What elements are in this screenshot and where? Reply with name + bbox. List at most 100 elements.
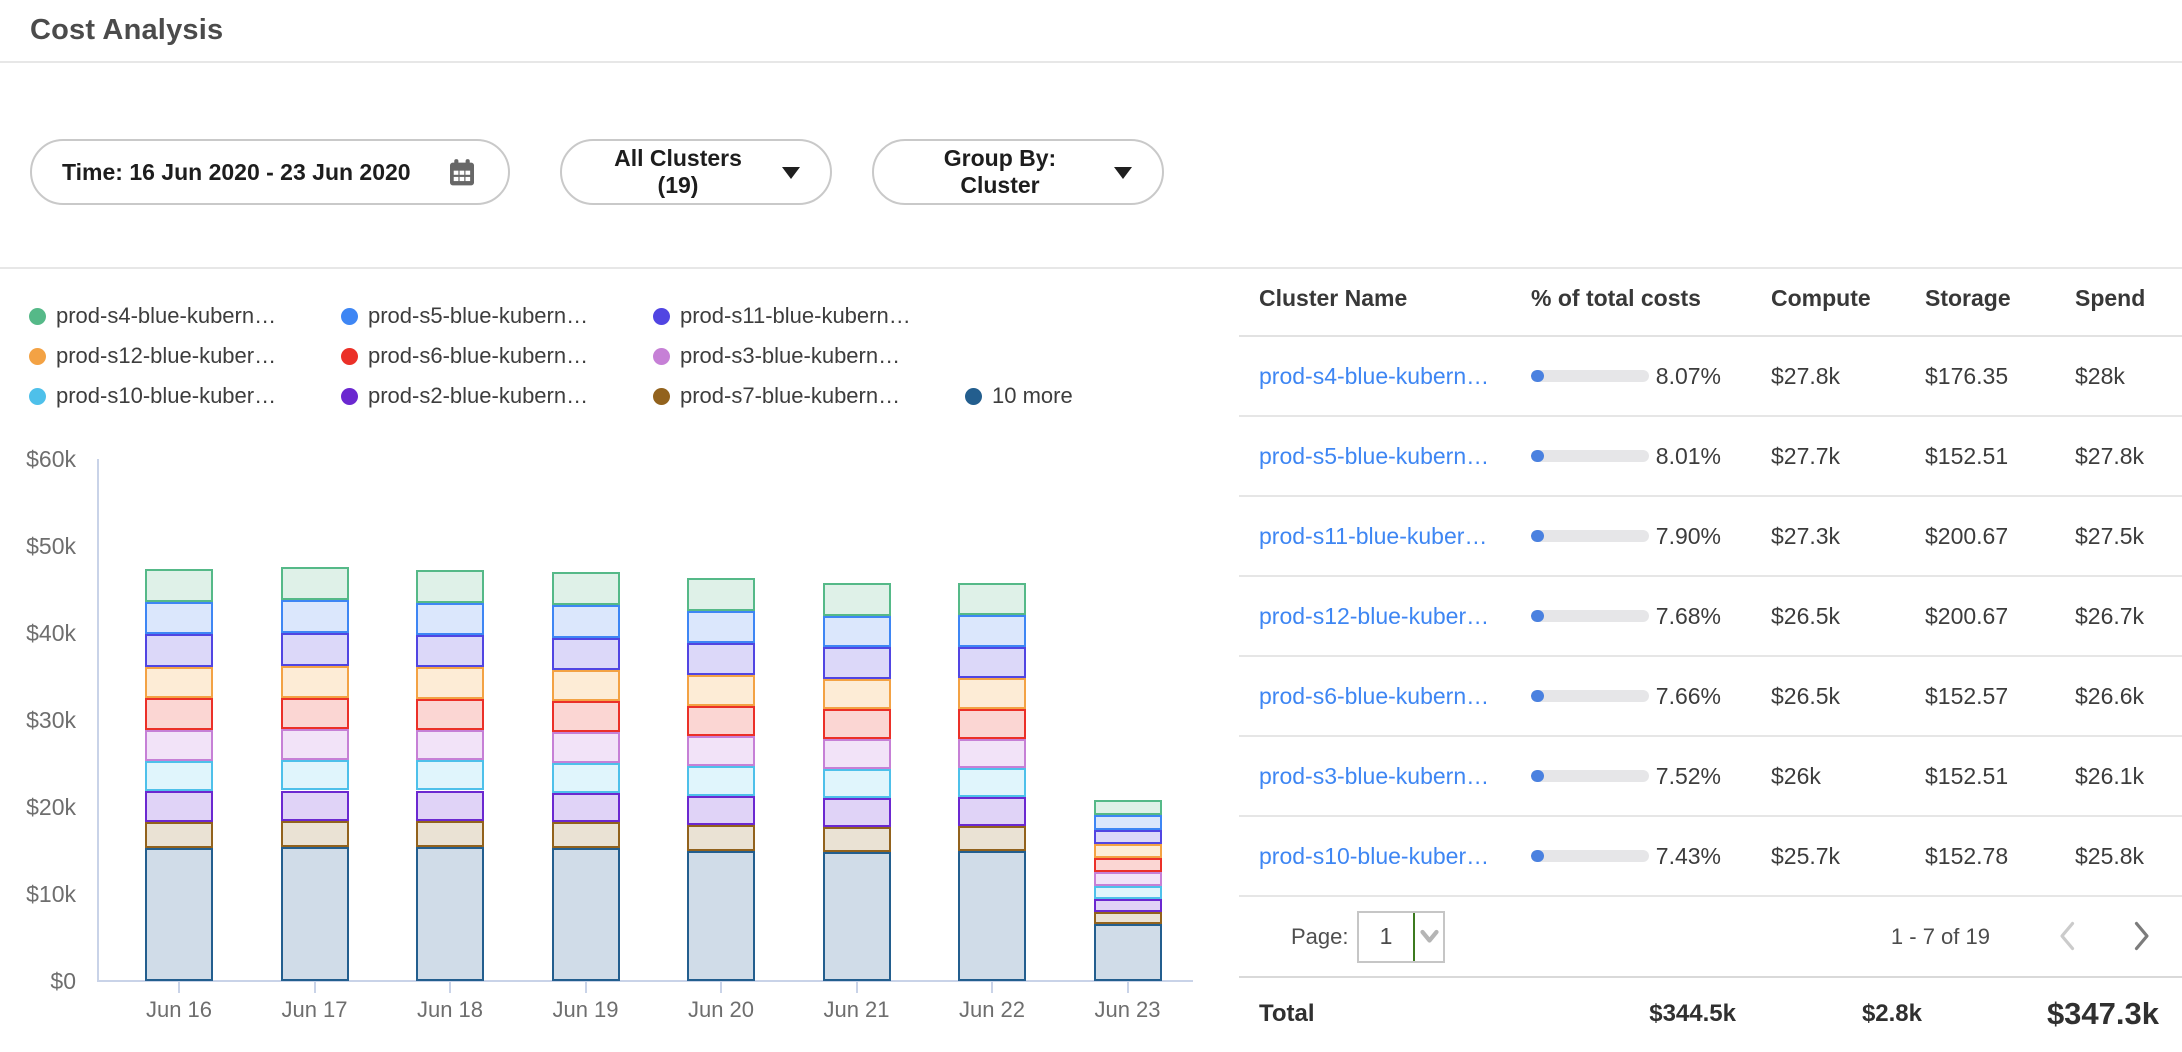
bar-segment[interactable] xyxy=(958,647,1026,678)
bar-segment[interactable] xyxy=(823,798,891,827)
bar-segment[interactable] xyxy=(552,822,620,848)
cluster-link[interactable]: prod-s12-blue-kuber… xyxy=(1259,603,1489,629)
bar-segment[interactable] xyxy=(958,768,1026,797)
bar-segment[interactable] xyxy=(552,848,620,981)
bar-segment[interactable] xyxy=(416,667,484,698)
bar-segment[interactable] xyxy=(552,670,620,701)
bar-segment[interactable] xyxy=(145,848,213,981)
bar-segment[interactable] xyxy=(958,709,1026,739)
bar-segment[interactable] xyxy=(687,736,755,766)
bar-segment[interactable] xyxy=(687,611,755,643)
bar-segment[interactable] xyxy=(687,766,755,796)
bar-segment[interactable] xyxy=(958,615,1026,647)
legend-item[interactable]: prod-s5-blue-kubern… xyxy=(341,296,653,336)
bar-segment[interactable] xyxy=(958,583,1026,615)
bar-segment[interactable] xyxy=(1094,912,1162,924)
bar-segment[interactable] xyxy=(552,638,620,670)
bar-segment[interactable] xyxy=(823,583,891,615)
legend-item[interactable]: prod-s6-blue-kubern… xyxy=(341,336,653,376)
cluster-link[interactable]: prod-s10-blue-kuber… xyxy=(1259,843,1489,869)
legend-item[interactable]: prod-s12-blue-kuber… xyxy=(29,336,341,376)
bar-segment[interactable] xyxy=(823,769,891,798)
page-select[interactable]: 1 xyxy=(1357,911,1445,963)
bar-segment[interactable] xyxy=(281,847,349,981)
bar-segment[interactable] xyxy=(145,634,213,666)
bar-segment[interactable] xyxy=(281,698,349,729)
bar-segment[interactable] xyxy=(958,678,1026,708)
bar-segment[interactable] xyxy=(958,851,1026,981)
bar-segment[interactable] xyxy=(552,732,620,762)
cluster-link[interactable]: prod-s11-blue-kuber… xyxy=(1259,523,1487,549)
bar-segment[interactable] xyxy=(1094,924,1162,981)
bar-segment[interactable] xyxy=(281,600,349,633)
bar-segment[interactable] xyxy=(281,791,349,821)
bar-segment[interactable] xyxy=(145,569,213,602)
legend-item[interactable]: prod-s7-blue-kubern… xyxy=(653,376,965,416)
bar-segment[interactable] xyxy=(1094,886,1162,899)
legend-item[interactable]: prod-s11-blue-kubern… xyxy=(653,296,965,336)
bar-segment[interactable] xyxy=(416,821,484,847)
time-range-filter[interactable]: Time: 16 Jun 2020 - 23 Jun 2020 xyxy=(30,139,510,205)
bar-segment[interactable] xyxy=(823,679,891,709)
bar-segment[interactable] xyxy=(552,701,620,732)
bar-segment[interactable] xyxy=(958,739,1026,769)
bar-segment[interactable] xyxy=(145,602,213,635)
bar-segment[interactable] xyxy=(145,698,213,730)
bar-segment[interactable] xyxy=(823,827,891,852)
bar-segment[interactable] xyxy=(145,791,213,821)
bar-segment[interactable] xyxy=(1094,872,1162,885)
legend-item[interactable]: prod-s10-blue-kuber… xyxy=(29,376,341,416)
bar-segment[interactable] xyxy=(823,709,891,739)
bar-segment[interactable] xyxy=(281,567,349,600)
bar-segment[interactable] xyxy=(1094,830,1162,844)
bar-segment[interactable] xyxy=(1094,800,1162,815)
bar-segment[interactable] xyxy=(823,647,891,678)
bar-segment[interactable] xyxy=(687,675,755,706)
bar-segment[interactable] xyxy=(416,730,484,760)
cluster-link[interactable]: prod-s6-blue-kubern… xyxy=(1259,683,1489,709)
bar-segment[interactable] xyxy=(281,666,349,698)
bar-segment[interactable] xyxy=(416,635,484,667)
bar-segment[interactable] xyxy=(1094,899,1162,912)
bar-segment[interactable] xyxy=(1094,858,1162,872)
bar-segment[interactable] xyxy=(958,826,1026,851)
bar-segment[interactable] xyxy=(416,603,484,636)
cluster-link[interactable]: prod-s4-blue-kubern… xyxy=(1259,363,1489,389)
bar-segment[interactable] xyxy=(145,761,213,791)
bar-segment[interactable] xyxy=(823,852,891,981)
bar-segment[interactable] xyxy=(687,796,755,825)
bar-segment[interactable] xyxy=(1094,844,1162,858)
bar-segment[interactable] xyxy=(281,633,349,666)
clusters-filter[interactable]: All Clusters (19) xyxy=(560,139,832,205)
bar-segment[interactable] xyxy=(416,699,484,730)
bar-segment[interactable] xyxy=(823,616,891,648)
group-by-filter[interactable]: Group By: Cluster xyxy=(872,139,1164,205)
bar-segment[interactable] xyxy=(281,821,349,848)
bar-segment[interactable] xyxy=(552,572,620,605)
prev-page-button[interactable] xyxy=(2054,920,2080,954)
bar-segment[interactable] xyxy=(687,643,755,675)
legend-item[interactable]: prod-s3-blue-kubern… xyxy=(653,336,965,376)
bar-segment[interactable] xyxy=(687,825,755,851)
bar-segment[interactable] xyxy=(416,847,484,981)
bar-segment[interactable] xyxy=(145,667,213,698)
next-page-button[interactable] xyxy=(2129,920,2155,954)
legend-item[interactable]: 10 more xyxy=(965,376,1073,416)
bar-segment[interactable] xyxy=(416,760,484,790)
bar-segment[interactable] xyxy=(552,793,620,823)
legend-item[interactable]: prod-s4-blue-kubern… xyxy=(29,296,341,336)
bar-segment[interactable] xyxy=(1094,815,1162,830)
legend-item[interactable]: prod-s2-blue-kubern… xyxy=(341,376,653,416)
cluster-link[interactable]: prod-s5-blue-kubern… xyxy=(1259,443,1489,469)
bar-segment[interactable] xyxy=(281,760,349,790)
bar-segment[interactable] xyxy=(145,822,213,848)
bar-segment[interactable] xyxy=(687,851,755,982)
bar-segment[interactable] xyxy=(687,578,755,611)
bar-segment[interactable] xyxy=(552,605,620,638)
bar-segment[interactable] xyxy=(145,730,213,761)
bar-segment[interactable] xyxy=(958,797,1026,826)
cluster-link[interactable]: prod-s3-blue-kubern… xyxy=(1259,763,1489,789)
bar-segment[interactable] xyxy=(552,763,620,793)
bar-segment[interactable] xyxy=(281,729,349,760)
bar-segment[interactable] xyxy=(823,739,891,769)
